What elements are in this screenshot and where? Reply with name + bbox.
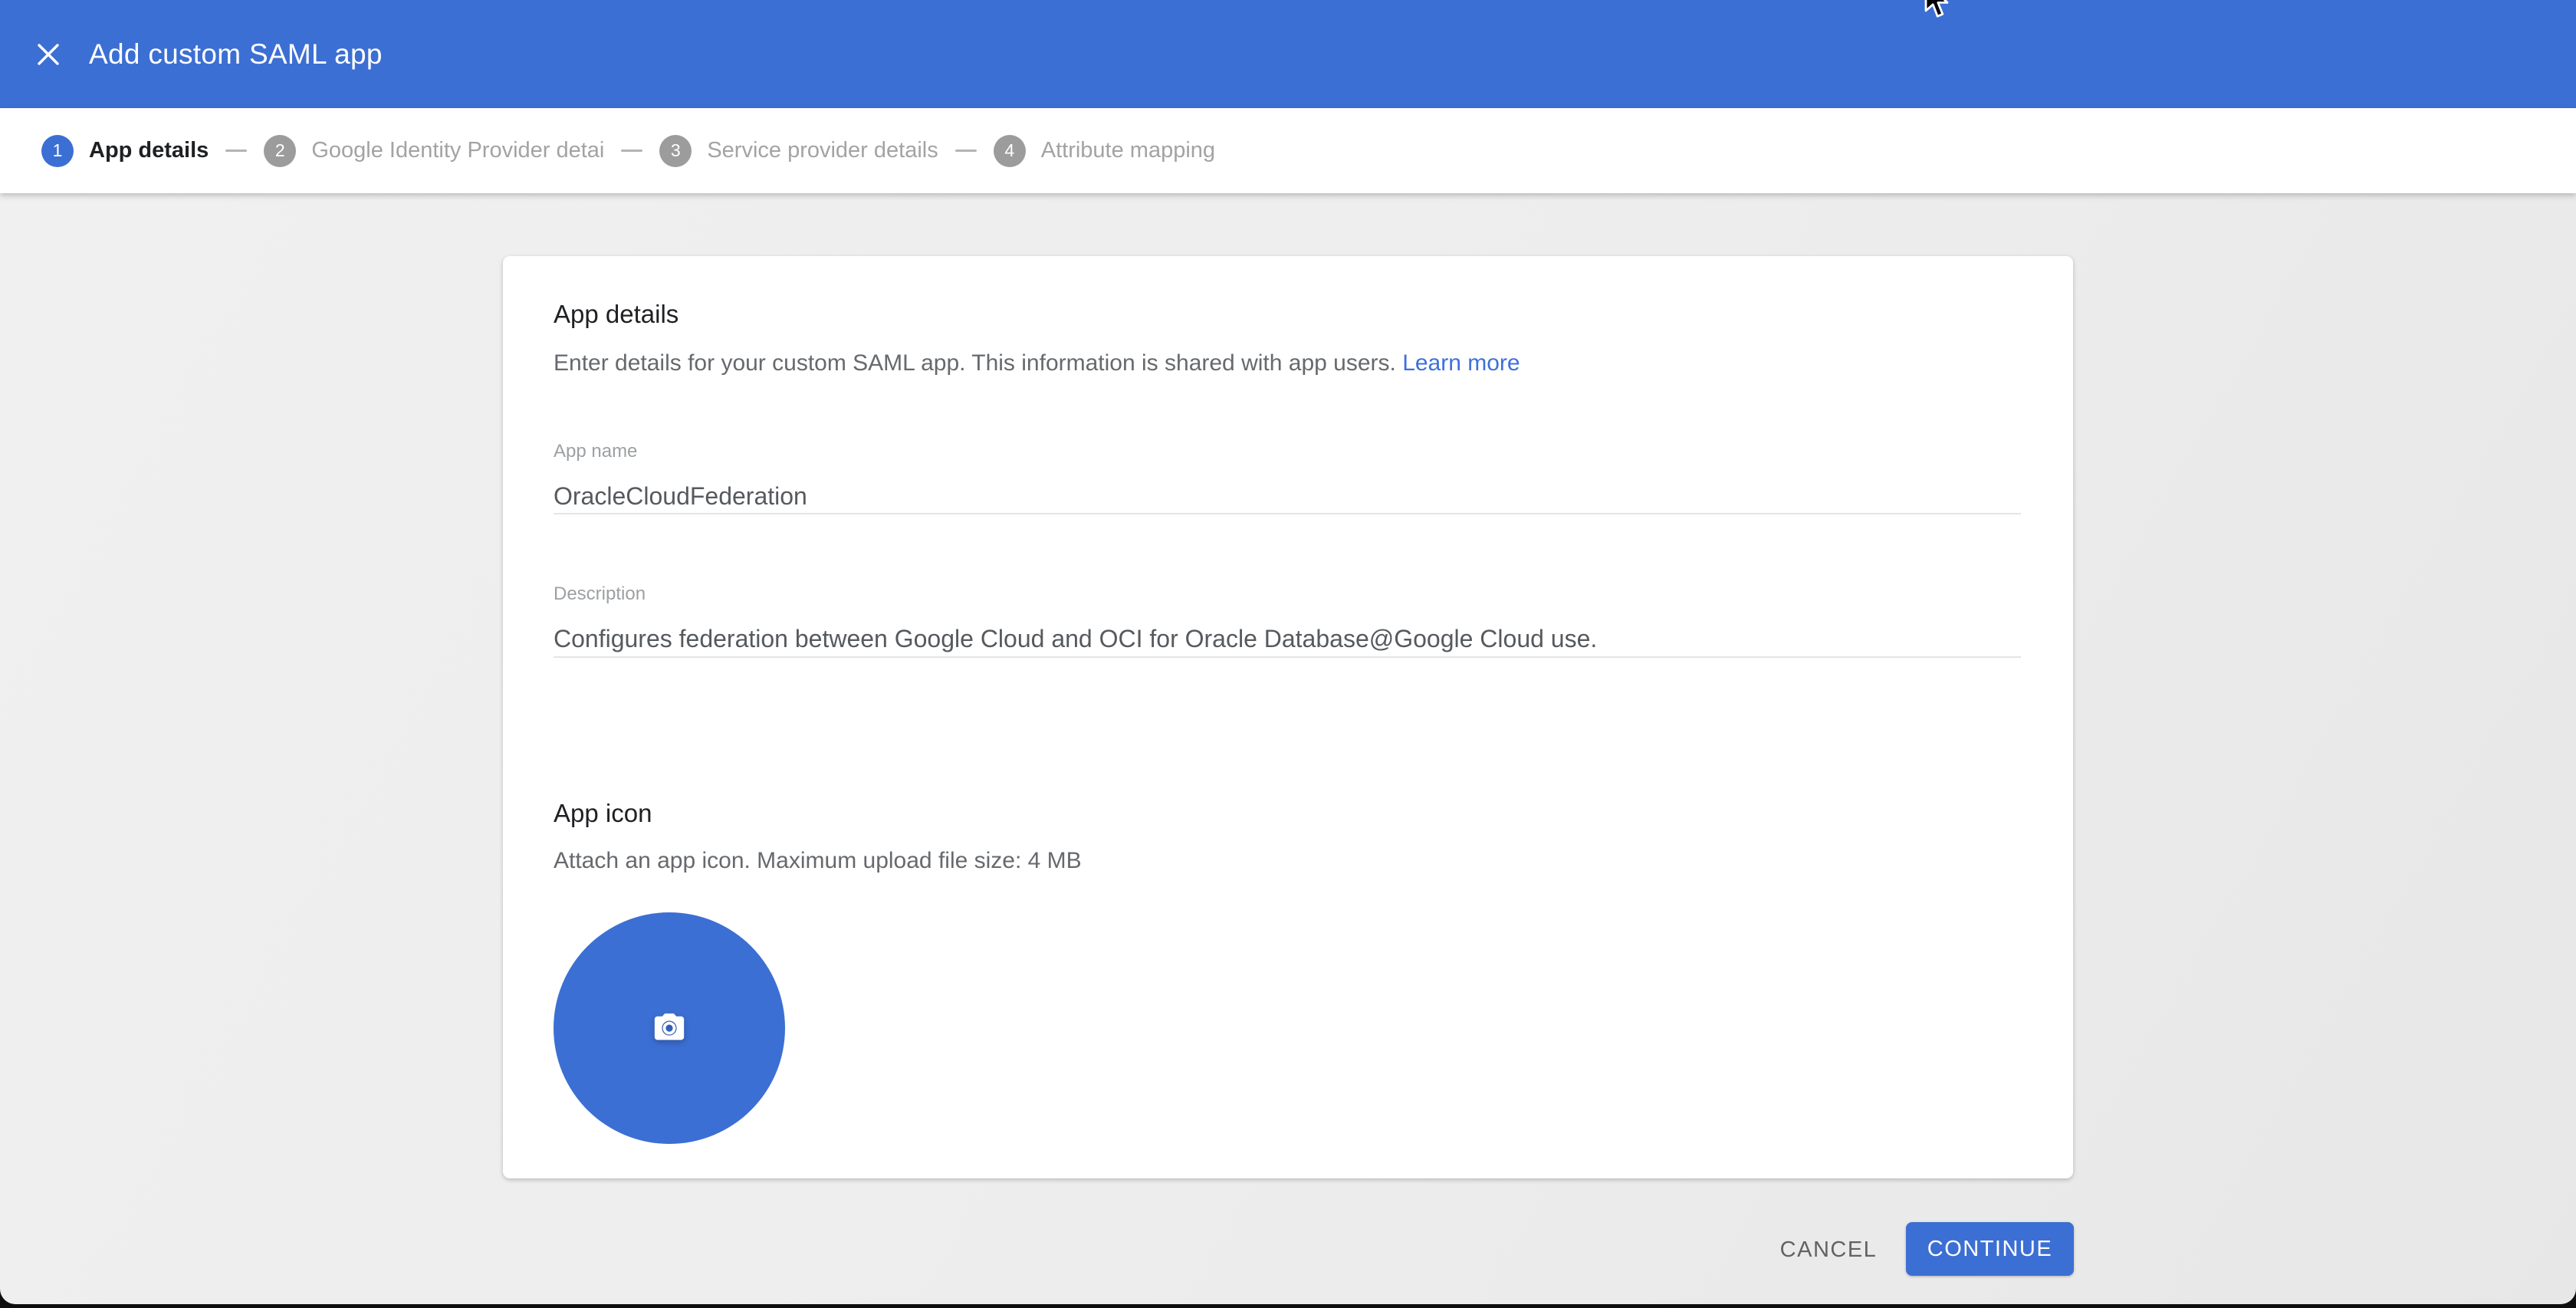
section-title-app-icon: App icon: [554, 799, 652, 828]
description-label: Description: [554, 583, 2021, 605]
step-label: Google Identity Provider details: [311, 138, 604, 163]
close-icon: [35, 41, 61, 67]
app-name-value: OracleCloudFederation: [554, 482, 2021, 511]
field-underline: [554, 513, 2021, 514]
description-value: Configures federation between Google Clo…: [554, 625, 2021, 653]
close-button[interactable]: [21, 28, 75, 81]
app-details-card: App details Enter details for your custo…: [503, 256, 2073, 1178]
cancel-button[interactable]: CANCEL: [1756, 1224, 1901, 1276]
step-google-idp-details[interactable]: 2 Google Identity Provider details: [264, 135, 604, 167]
app-name-label: App name: [554, 441, 2021, 462]
step-number-badge: 4: [994, 135, 1026, 167]
step-label: Attribute mapping: [1041, 138, 1215, 163]
dialog-surface: Add custom SAML app 1 App details 2 Goog…: [0, 0, 2576, 1304]
section-title-app-details: App details: [554, 300, 678, 329]
field-underline: [554, 656, 2021, 658]
wizard-stepper: 1 App details 2 Google Identity Provider…: [0, 108, 2576, 193]
app-name-field[interactable]: App name OracleCloudFederation: [554, 441, 2021, 514]
learn-more-link[interactable]: Learn more: [1402, 350, 1520, 376]
camera-icon: [652, 1011, 687, 1046]
dialog-header: Add custom SAML app: [0, 0, 2576, 108]
section-description-text: Enter details for your custom SAML app. …: [554, 350, 1396, 376]
continue-button[interactable]: CONTINUE: [1906, 1222, 2074, 1276]
step-label: App details: [89, 138, 209, 163]
step-label: Service provider details: [707, 138, 938, 163]
step-separator: [955, 150, 977, 152]
section-description: Enter details for your custom SAML app. …: [554, 350, 1520, 376]
step-separator: [621, 150, 642, 152]
description-field[interactable]: Description Configures federation betwee…: [554, 583, 2021, 657]
app-icon-caption: Attach an app icon. Maximum upload file …: [554, 848, 1082, 874]
step-attribute-mapping[interactable]: 4 Attribute mapping: [994, 135, 1215, 167]
step-number-badge: 1: [41, 135, 74, 167]
app-icon-upload-button[interactable]: [554, 912, 785, 1144]
step-service-provider-details[interactable]: 3 Service provider details: [659, 135, 938, 167]
step-separator: [225, 150, 247, 152]
step-app-details[interactable]: 1 App details: [41, 135, 209, 167]
dialog-title: Add custom SAML app: [89, 38, 383, 71]
step-number-badge: 3: [659, 135, 692, 167]
step-number-badge: 2: [264, 135, 296, 167]
